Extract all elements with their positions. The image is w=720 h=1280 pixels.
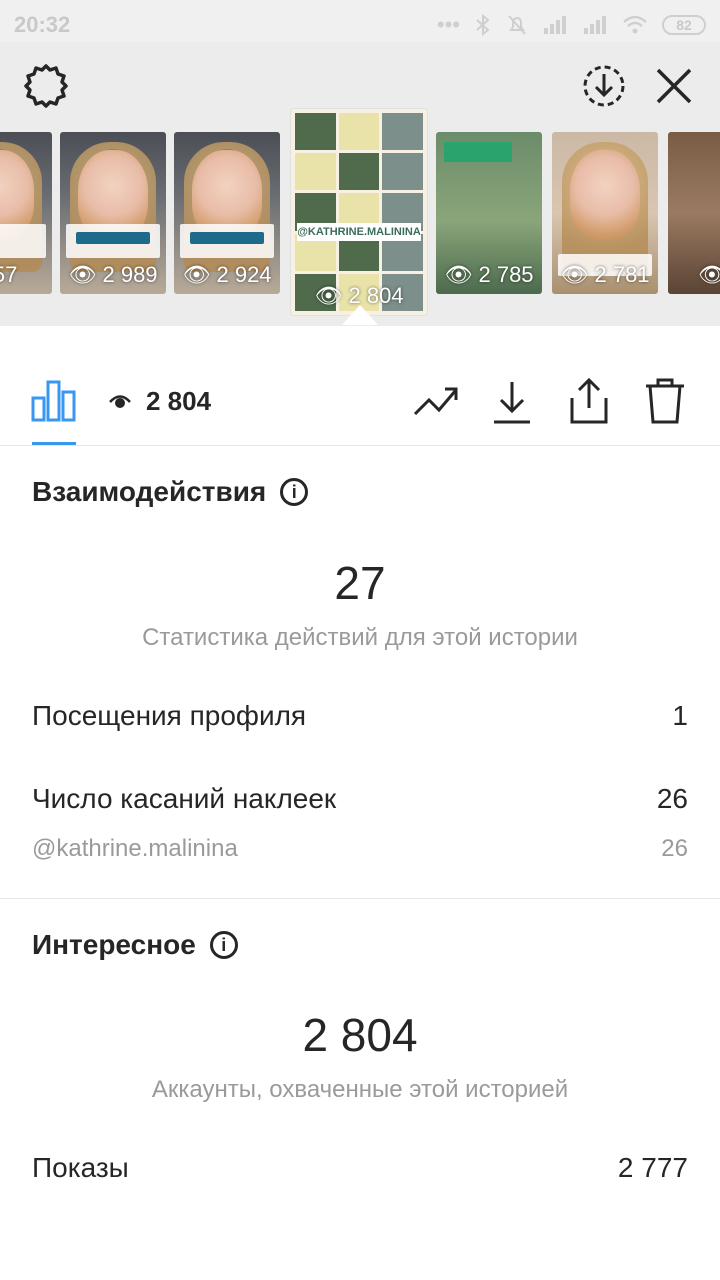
active-tab-indicator — [32, 442, 76, 445]
stat-row-impressions: Показы 2 777 — [32, 1152, 688, 1183]
thumb-view-count: 👁 2 924 — [182, 262, 272, 287]
story-thumbnails: 057 👁 2 989 👁 2 924 @KATHRINE.MALININA 👁… — [0, 42, 720, 326]
discovery-section-title: Интересное i — [32, 929, 238, 961]
story-views-count: 2 804 — [146, 386, 212, 416]
insights-toolbar — [0, 326, 720, 446]
signal-icon-2 — [584, 16, 606, 34]
bar-chart-icon[interactable] — [30, 376, 78, 424]
stat-row-mention: @kathrine.malinina 26 — [32, 835, 688, 862]
stat-row-sticker-taps: Число касаний наклеек 26 — [32, 783, 688, 814]
story-carousel-panel: 057 👁 2 989 👁 2 924 @KATHRINE.MALININA 👁… — [0, 42, 720, 326]
discovery-total: 2 804 — [302, 1009, 418, 1061]
story-thumb[interactable]: 👁 2 — [668, 132, 720, 294]
bluetooth-icon — [476, 13, 490, 37]
signal-icon — [544, 16, 566, 34]
story-thumb[interactable]: 👁 2 781 — [552, 132, 658, 294]
story-thumb[interactable]: 👁 2 785 — [436, 132, 542, 294]
trending-up-icon[interactable] — [412, 380, 460, 420]
story-thumb-selected[interactable]: @KATHRINE.MALININA 👁 2 804 — [291, 109, 427, 315]
story-thumb[interactable]: 057 — [0, 132, 52, 294]
eye-icon — [109, 395, 131, 408]
discovery-caption: Аккаунты, охваченные этой историей — [151, 1076, 569, 1103]
share-icon[interactable] — [566, 376, 612, 426]
wifi-icon — [623, 15, 647, 34]
dots-icon: ••• — [436, 12, 460, 37]
selected-pointer — [342, 305, 378, 325]
thumb-view-count: 👁 2 785 — [444, 262, 534, 287]
stat-row-profile-visits: Посещения профиля 1 — [32, 700, 688, 731]
section-divider — [0, 898, 720, 899]
mute-bell-icon — [508, 15, 526, 35]
story-thumb[interactable]: 👁 2 989 — [60, 132, 166, 294]
info-icon[interactable]: i — [209, 931, 238, 959]
status-time: 20:32 — [14, 12, 71, 37]
thumb-view-count: 👁 2 781 — [560, 262, 650, 287]
interactions-caption: Статистика действий для этой истории — [142, 624, 578, 651]
battery-indicator: 82 — [662, 15, 706, 35]
thumb-view-count: 057 — [0, 262, 18, 287]
trash-icon[interactable] — [642, 376, 688, 426]
info-icon[interactable]: i — [280, 478, 309, 506]
download-icon[interactable] — [490, 378, 534, 426]
thumb-view-count: 👁 2 989 — [68, 262, 158, 287]
thumb-view-count: 👁 2 — [697, 262, 720, 287]
story-thumb[interactable]: 👁 2 924 — [174, 132, 280, 294]
status-icons: ••• 82 — [437, 12, 706, 38]
interactions-section-title: Взаимодействия i — [32, 476, 309, 508]
story-mention-tag: @KATHRINE.MALININA — [297, 223, 421, 241]
interactions-total: 27 — [334, 557, 386, 609]
